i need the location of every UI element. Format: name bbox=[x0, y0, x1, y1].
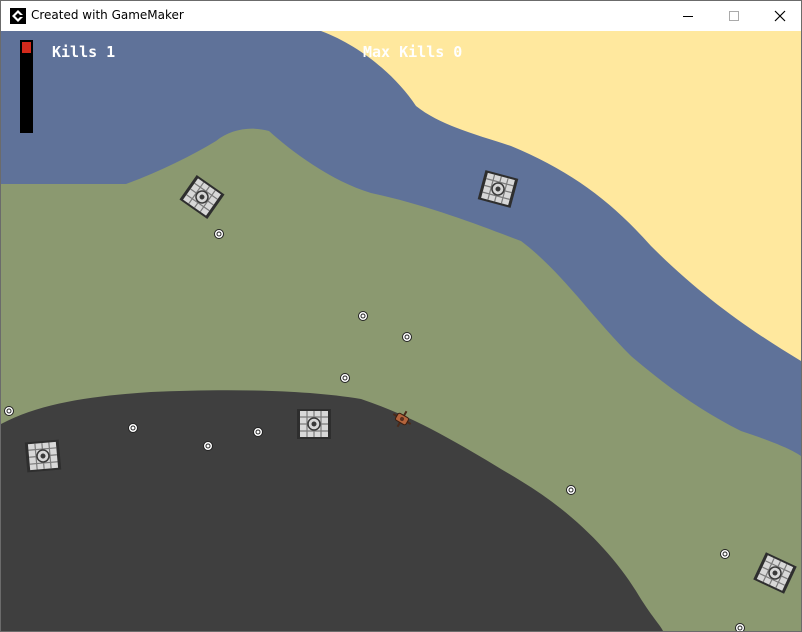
pickup-item bbox=[358, 311, 368, 321]
health-bar bbox=[20, 40, 33, 133]
pickup-item bbox=[128, 423, 138, 433]
maximize-icon bbox=[729, 11, 739, 21]
pickup-item bbox=[4, 406, 14, 416]
pickup-item bbox=[214, 229, 224, 239]
pickup-item bbox=[735, 623, 745, 631]
pickup-item bbox=[402, 332, 412, 342]
game-world bbox=[1, 31, 801, 631]
pickup-item bbox=[340, 373, 350, 383]
pickup-item bbox=[203, 441, 213, 451]
pickup-item bbox=[253, 427, 263, 437]
maximize-button[interactable] bbox=[711, 1, 757, 31]
pickup-item bbox=[566, 485, 576, 495]
title-bar[interactable]: Created with GameMaker bbox=[1, 1, 801, 31]
gamemaker-logo-icon bbox=[10, 8, 26, 24]
close-icon bbox=[774, 10, 786, 22]
minimize-button[interactable] bbox=[665, 1, 711, 31]
enemy-tank bbox=[296, 408, 332, 440]
health-bar-fill bbox=[22, 42, 31, 53]
max-kills-counter: Max Kills 0 bbox=[363, 43, 463, 61]
minimize-icon bbox=[683, 16, 693, 17]
enemy-tank bbox=[24, 438, 62, 474]
game-window: Created with GameMaker Kills 1 Max Kills… bbox=[0, 0, 802, 632]
close-button[interactable] bbox=[757, 1, 802, 31]
pickup-item bbox=[720, 549, 730, 559]
game-canvas[interactable]: Kills 1 Max Kills 0 bbox=[1, 31, 801, 631]
kills-counter: Kills 1 bbox=[52, 43, 116, 61]
window-title: Created with GameMaker bbox=[31, 8, 184, 22]
